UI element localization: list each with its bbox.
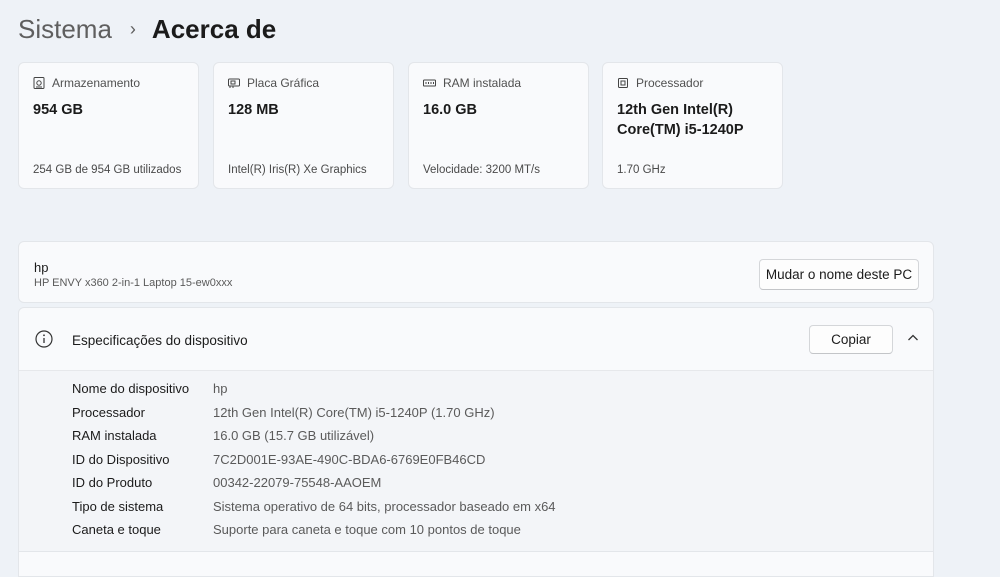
rename-pc-button[interactable]: Mudar o nome deste PC: [759, 259, 919, 290]
chevron-up-icon[interactable]: [907, 332, 919, 344]
card-detail: Velocidade: 3200 MT/s: [423, 164, 540, 176]
spec-row: Processador 12th Gen Intel(R) Core(TM) i…: [72, 405, 495, 420]
processor-card: Processador 12th Gen Intel(R) Core(TM) i…: [602, 62, 783, 189]
spec-value: 00342-22079-75548-AAOEM: [213, 475, 382, 490]
card-header: RAM instalada: [423, 76, 521, 90]
page-title: Acerca de: [151, 13, 277, 44]
spec-row: Tipo de sistema Sistema operativo de 64 …: [72, 499, 556, 514]
info-icon: [35, 330, 53, 348]
card-label: RAM instalada: [443, 76, 522, 90]
spec-row: Caneta e toque Suporte para caneta e toq…: [72, 522, 521, 537]
storage-icon: [33, 77, 45, 89]
card-label: Armazenamento: [52, 76, 141, 90]
storage-card: Armazenamento 954 GB 254 GB de 954 GB ut…: [18, 62, 199, 189]
spec-row: ID do Produto 00342-22079-75548-AAOEM: [72, 475, 381, 490]
device-name-panel: hp HP ENVY x360 2-in-1 Laptop 15-ew0xxx …: [18, 241, 934, 303]
device-specs-panel: Especificações do dispositivo Copiar Nom…: [18, 307, 934, 577]
spec-key: Tipo de sistema: [72, 499, 164, 514]
divider: [19, 551, 933, 552]
spec-value: hp: [213, 381, 228, 396]
spec-key: Nome do dispositivo: [72, 381, 190, 396]
device-specs-list: Nome do dispositivo hp Processador 12th …: [19, 371, 933, 551]
graphics-card: Placa Gráfica 128 MB Intel(R) Iris(R) Xe…: [213, 62, 394, 189]
device-name: hp: [34, 260, 49, 275]
spec-value: 16.0 GB (15.7 GB utilizável): [213, 428, 375, 443]
processor-icon: [618, 78, 628, 88]
spec-key: Processador: [72, 405, 145, 420]
spec-key: ID do Dispositivo: [72, 452, 170, 467]
card-value: 954 GB: [33, 102, 83, 118]
breadcrumb-separator: ›: [129, 18, 136, 39]
card-detail: 1.70 GHz: [617, 164, 666, 176]
card-value: 12th Gen Intel(R) Core(TM) i5-1240P: [617, 102, 744, 138]
card-header: Processador: [617, 76, 703, 90]
ram-icon: [423, 79, 436, 87]
breadcrumb-parent-link[interactable]: Sistema: [18, 14, 112, 45]
spec-row: ID do Dispositivo 7C2D001E-93AE-490C-BDA…: [72, 452, 485, 467]
card-detail: 254 GB de 954 GB utilizados: [33, 164, 182, 176]
ram-card: RAM instalada 16.0 GB Velocidade: 3200 M…: [408, 62, 589, 189]
card-header: Armazenamento: [33, 76, 140, 90]
spec-value: Sistema operativo de 64 bits, processado…: [213, 499, 556, 514]
spec-key: RAM instalada: [72, 428, 157, 443]
spec-value: Suporte para caneta e toque com 10 ponto…: [213, 522, 521, 537]
spec-value: 7C2D001E-93AE-490C-BDA6-6769E0FB46CD: [213, 452, 486, 467]
spec-row: RAM instalada 16.0 GB (15.7 GB utilizáve…: [72, 428, 374, 443]
spec-key: Caneta e toque: [72, 522, 161, 537]
spec-value: 12th Gen Intel(R) Core(TM) i5-1240P (1.7…: [213, 405, 495, 420]
device-specs-header[interactable]: Especificações do dispositivo Copiar: [19, 308, 933, 371]
card-detail: Intel(R) Iris(R) Xe Graphics: [228, 164, 367, 176]
card-label: Placa Gráfica: [247, 76, 320, 90]
copy-button[interactable]: Copiar: [809, 325, 893, 354]
card-label: Processador: [636, 76, 704, 90]
breadcrumb: Sistema › Acerca de: [18, 12, 276, 46]
card-value: 16.0 GB: [423, 102, 477, 118]
card-header: Placa Gráfica: [228, 76, 319, 90]
device-specs-title: Especificações do dispositivo: [72, 333, 248, 348]
spec-key: ID do Produto: [72, 475, 153, 490]
graphics-card-icon: [228, 78, 240, 88]
spec-row: Nome do dispositivo hp: [72, 381, 227, 396]
card-value: 128 MB: [228, 102, 279, 118]
device-model: HP ENVY x360 2-in-1 Laptop 15-ew0xxx: [34, 277, 233, 289]
